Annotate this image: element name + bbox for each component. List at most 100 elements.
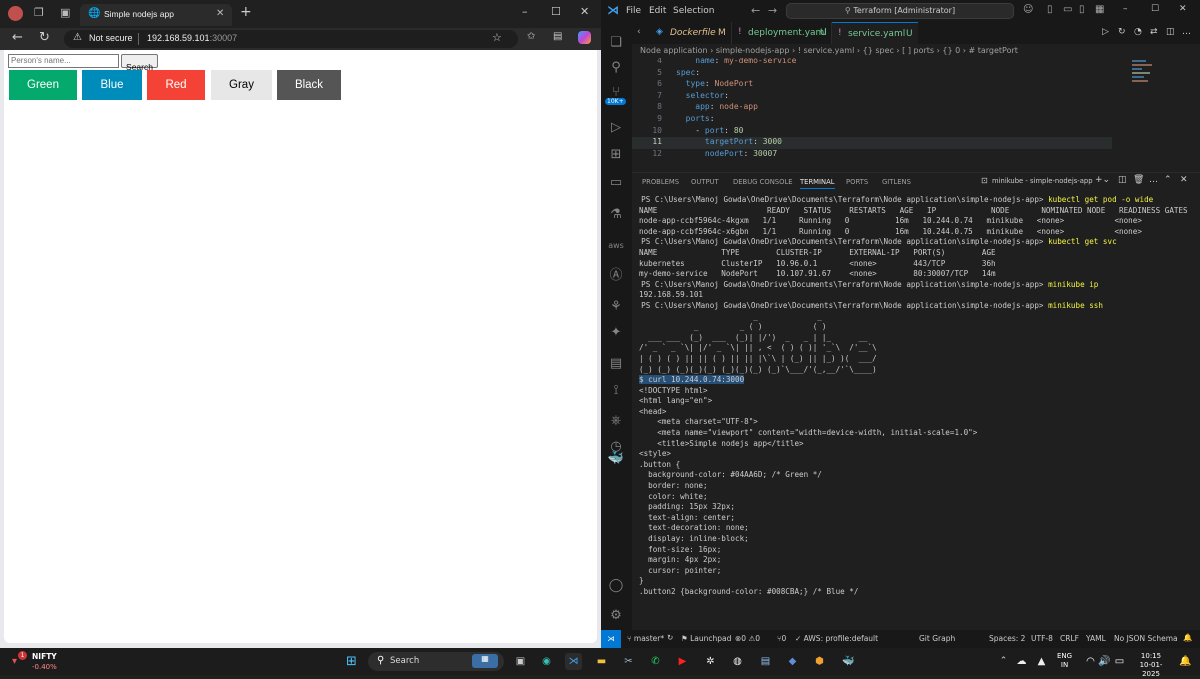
extensions-icon[interactable]: ⊞ (607, 146, 625, 164)
tab-deployment-yaml[interactable]: ! deployment.yaml U (732, 22, 832, 44)
maximize-panel-icon[interactable]: ⌃ (1164, 175, 1172, 185)
info-status[interactable]: ⑂0 (777, 634, 786, 643)
copilot-chat-icon[interactable]: ☺ (1023, 4, 1033, 15)
search-icon[interactable]: ⚲ (607, 59, 625, 77)
close-window-icon[interactable]: ✕ (1179, 4, 1187, 14)
whatsapp-icon[interactable]: ✆ (647, 653, 664, 670)
color-button-green[interactable]: Green (9, 70, 77, 100)
split-terminal-icon[interactable]: ◫ (1118, 175, 1127, 185)
start-windows-icon[interactable]: ⊞ (343, 653, 360, 670)
favorites-icon[interactable]: ✩ (527, 31, 535, 42)
history-icon[interactable]: ↻ (1118, 27, 1126, 37)
branch-status[interactable]: ⑂ master* (627, 634, 664, 643)
maximize-icon[interactable]: ☐ (551, 5, 561, 18)
manage-gear-icon[interactable]: ⚙ (607, 607, 625, 625)
menu-selection[interactable]: Selection (673, 6, 714, 16)
nav-back-icon[interactable]: ← (751, 4, 760, 17)
panel-tab-gitlens[interactable]: GITLENS (882, 178, 911, 186)
search-button[interactable]: Search (121, 54, 158, 72)
new-tab-icon[interactable]: + (240, 4, 252, 20)
maximize-icon[interactable]: ☐ (1151, 4, 1159, 14)
minimap[interactable] (1132, 58, 1162, 98)
kubernetes-icon[interactable]: ⎈ (607, 412, 625, 430)
snipping-tool-icon[interactable]: ✂ (620, 653, 637, 670)
minimize-icon[interactable]: – (522, 5, 528, 18)
chatgpt-icon[interactable]: ✲ (702, 653, 719, 670)
url-text[interactable]: 192.168.59.101:30007 (147, 33, 237, 43)
address-bar[interactable]: ⚠ Not secure 192.168.59.101:30007 ☆ (64, 30, 518, 48)
terminal-output[interactable]: ● PS C:\Users\Manoj Gowda\OneDrive\Docum… (639, 195, 1197, 631)
panel-more-icon[interactable]: … (1149, 175, 1158, 185)
new-terminal-icon[interactable]: +⌄ (1095, 175, 1110, 185)
more-tabs-icon[interactable]: ‹ (637, 27, 641, 37)
battery-icon[interactable]: ▭ (1111, 653, 1128, 670)
code-editor[interactable]: 4 name: my-demo-service 5 spec: 6 type: Nod… (632, 58, 1200, 170)
edge-browser-icon[interactable]: ◉ (538, 653, 555, 670)
panel-tab-debug-console[interactable]: DEBUG CONSOLE (733, 178, 793, 186)
gitlens-icon[interactable]: ⟟ (607, 382, 625, 400)
eol-status[interactable]: CRLF (1060, 634, 1079, 643)
tab-service-yaml[interactable]: ! service.yaml U (832, 22, 918, 44)
layout-icon[interactable]: ▦ (1095, 4, 1104, 15)
onedrive-icon[interactable]: ☁ (1013, 653, 1030, 670)
color-button-blue[interactable]: Blue (82, 70, 142, 100)
notifications-bell-icon[interactable]: 🔔 (1183, 633, 1192, 642)
schema-status[interactable]: No JSON Schema (1114, 634, 1178, 643)
run-debug-icon[interactable]: ▷ (607, 119, 625, 137)
file-explorer-icon[interactable]: ▬ (593, 653, 610, 670)
docker-icon[interactable]: 🐳 (607, 450, 625, 468)
taskbar-search[interactable]: ⚲ Search ▦ (368, 652, 504, 671)
remote-icon[interactable]: ⋊ (601, 630, 621, 648)
problems-status[interactable]: ⊗0 ⚠0 (735, 634, 760, 643)
flask-icon[interactable]: ⚘ (607, 298, 625, 316)
warning-icon[interactable]: ⚠ (73, 32, 82, 43)
notification-center-icon[interactable]: 🔔 (1177, 653, 1194, 670)
compare-icon[interactable]: ◔ (1134, 27, 1142, 37)
breadcrumb-path[interactable]: Node application › simple-nodejs-app › !… (640, 46, 1018, 55)
tab-actions-icon[interactable]: ▣ (60, 6, 70, 19)
notepad-icon[interactable]: ▤ (757, 653, 774, 670)
panel-tab-terminal[interactable]: TERMINAL (800, 178, 835, 189)
security-label[interactable]: Not secure (89, 33, 133, 43)
aws-icon[interactable]: aws (607, 237, 625, 255)
copilot-icon[interactable] (578, 31, 591, 44)
color-button-gray[interactable]: Gray (211, 70, 272, 100)
launchpad-status[interactable]: ⚑ Launchpad (681, 634, 731, 643)
menu-file[interactable]: File (626, 6, 641, 16)
git-graph-status[interactable]: Git Graph (919, 634, 955, 643)
nav-forward-icon[interactable]: → (768, 4, 777, 17)
menu-edit[interactable]: Edit (649, 6, 666, 16)
kill-terminal-icon[interactable]: 🗑 (1133, 175, 1144, 185)
reload-icon[interactable]: ↻ (39, 30, 50, 45)
tray-chevron-icon[interactable]: ⌃ (995, 653, 1012, 670)
encoding-status[interactable]: UTF-8 (1031, 634, 1053, 643)
vscode-app-icon[interactable]: ⋊ (565, 653, 582, 670)
amazon-q-icon[interactable]: Ⓐ (607, 267, 625, 285)
color-button-black[interactable]: Black (277, 70, 341, 100)
more-actions-icon[interactable]: … (1182, 27, 1191, 37)
minimize-icon[interactable]: – (1123, 4, 1128, 14)
aws-status[interactable]: ✓ AWS: profile:default (795, 634, 878, 643)
back-icon[interactable]: ← (12, 30, 23, 45)
github-icon[interactable]: ◍ (729, 653, 746, 670)
git-compare-icon[interactable]: ⇄ (1150, 27, 1158, 37)
command-center[interactable]: ⚲ Terraform [Administrator] (786, 3, 1014, 19)
docker-desktop-icon[interactable]: 🐳 (840, 653, 857, 670)
docker-app-icon[interactable]: ⬢ (811, 653, 828, 670)
workspaces-icon[interactable]: ❐ (34, 6, 44, 19)
close-window-icon[interactable]: ✕ (580, 5, 589, 18)
remote-explorer-icon[interactable]: ▭ (607, 174, 625, 192)
accounts-icon[interactable]: ◯ (607, 577, 625, 595)
tab-dockerfile[interactable]: ◈ Dockerfile M (650, 22, 732, 44)
toggle-sidebar-icon[interactable]: ▯ (1047, 4, 1053, 15)
project-manager-icon[interactable]: ▤ (607, 355, 625, 373)
sync-icon[interactable]: ↻ (667, 633, 673, 642)
terminal-name[interactable]: minikube - simple-nodejs-app (992, 177, 1093, 185)
task-view-icon[interactable]: ▣ (512, 653, 529, 670)
close-tab-icon[interactable]: ✕ (216, 8, 224, 19)
profile-avatar-icon[interactable] (8, 6, 23, 21)
close-panel-icon[interactable]: ✕ (1180, 175, 1188, 185)
testing-icon[interactable]: ⚗ (607, 206, 625, 224)
browser-tab-active[interactable]: 🌐 Simple nodejs app ✕ (80, 4, 232, 26)
language-status[interactable]: YAML (1086, 634, 1106, 643)
